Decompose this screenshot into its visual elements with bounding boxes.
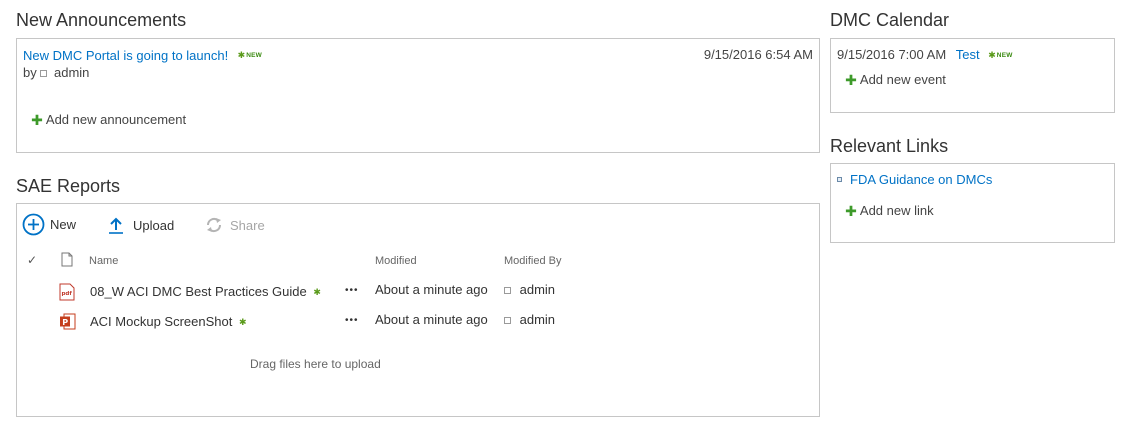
event-title-link[interactable]: Test xyxy=(956,47,980,62)
announcement-title-link[interactable]: New DMC Portal is going to launch! xyxy=(23,48,228,63)
links-title: Relevant Links xyxy=(830,136,949,156)
select-all-checkmark-icon[interactable]: ✓ xyxy=(27,253,37,267)
add-circle-icon xyxy=(22,213,45,236)
new-star-icon: ✱ xyxy=(237,50,246,61)
announcement-byline: by admin xyxy=(23,65,90,80)
powerpoint-file-icon: P xyxy=(59,313,76,335)
modified-cell: About a minute ago xyxy=(375,312,488,327)
share-button[interactable]: Share xyxy=(204,216,265,234)
add-link-button[interactable]: ✚ Add new link xyxy=(845,203,934,218)
announcements-title: New Announcements xyxy=(16,10,187,30)
more-options-icon[interactable]: ••• xyxy=(345,315,359,326)
event-datetime: 9/15/2016 7:00 AM xyxy=(837,47,947,62)
modified-cell: About a minute ago xyxy=(375,282,488,297)
column-header-name[interactable]: Name xyxy=(89,255,118,267)
new-document-button[interactable]: New xyxy=(22,213,76,236)
file-type-header-icon xyxy=(61,252,73,272)
modified-by-cell: admin xyxy=(504,312,555,327)
calendar-title: DMC Calendar xyxy=(830,10,950,30)
new-star-icon: ✱ xyxy=(988,50,996,61)
announcements-panel: New DMC Portal is going to launch! ✱ NEW … xyxy=(16,38,820,153)
reports-title: SAE Reports xyxy=(16,176,121,196)
announcement-author[interactable]: admin xyxy=(54,65,89,80)
calendar-event: 9/15/2016 7:00 AM Test ✱ NEW xyxy=(837,47,1013,62)
add-event-button[interactable]: ✚ Add new event xyxy=(845,72,946,87)
link-fda-guidance[interactable]: FDA Guidance on DMCs xyxy=(850,172,992,187)
column-header-modified[interactable]: Modified xyxy=(375,255,417,267)
add-announcement-label: Add new announcement xyxy=(45,112,187,127)
plus-icon: ✚ xyxy=(845,72,857,88)
plus-icon: ✚ xyxy=(31,112,43,128)
pdf-file-icon: pdf xyxy=(59,283,75,306)
table-row: ACI Mockup ScreenShot ✱ xyxy=(90,314,247,329)
new-star-icon: ✱ xyxy=(313,287,321,298)
new-star-icon: ✱ xyxy=(238,317,247,328)
svg-text:pdf: pdf xyxy=(62,291,73,297)
announcement-item: New DMC Portal is going to launch! ✱ NEW xyxy=(23,47,262,65)
more-options-icon[interactable]: ••• xyxy=(345,285,359,296)
presence-icon xyxy=(504,317,511,324)
presence-icon xyxy=(40,70,48,77)
upload-label: Upload xyxy=(133,217,175,233)
calendar-panel: 9/15/2016 7:00 AM Test ✱ NEW ✚ Add new ev… xyxy=(830,38,1115,113)
announcement-date: 9/15/2016 6:54 AM xyxy=(703,47,813,62)
add-event-label: Add new event xyxy=(859,72,946,87)
reports-panel: New Upload Share ✓ Name Modified Modifie… xyxy=(16,203,820,417)
list-item: FDA Guidance on DMCs xyxy=(837,172,992,187)
document-name-link[interactable]: ACI Mockup ScreenShot xyxy=(90,314,232,329)
drop-zone-hint[interactable]: Drag files here to upload xyxy=(250,357,381,371)
add-announcement-button[interactable]: ✚ Add new announcement xyxy=(31,112,186,127)
share-icon xyxy=(206,217,222,233)
presence-icon xyxy=(504,287,511,294)
new-badge: ✱ NEW xyxy=(237,50,262,61)
column-header-modified-by[interactable]: Modified By xyxy=(504,255,561,267)
links-panel: FDA Guidance on DMCs ✚ Add new link xyxy=(830,163,1115,243)
table-row: 08_W ACI DMC Best Practices Guide ✱ xyxy=(90,284,321,299)
upload-button[interactable]: Upload xyxy=(108,216,174,234)
svg-text:P: P xyxy=(62,318,68,327)
new-label: New xyxy=(50,217,77,232)
plus-icon: ✚ xyxy=(845,203,857,219)
modified-by-cell: admin xyxy=(504,282,555,297)
add-link-label: Add new link xyxy=(859,203,934,218)
upload-icon xyxy=(109,217,123,234)
new-badge: ✱ NEW xyxy=(988,50,1013,61)
document-name-link[interactable]: 08_W ACI DMC Best Practices Guide xyxy=(90,284,307,299)
bullet-icon xyxy=(837,177,842,182)
share-label: Share xyxy=(230,217,265,233)
